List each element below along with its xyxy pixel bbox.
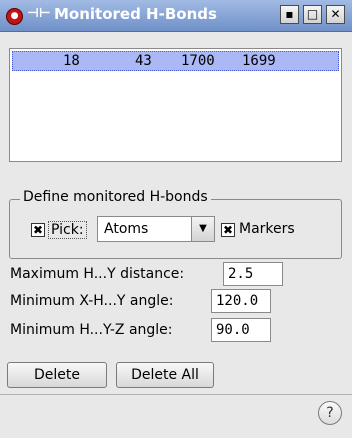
list-item[interactable]: 18 43 1700 1699 <box>12 51 339 71</box>
list-cell: 43 <box>135 53 152 69</box>
pin-icon[interactable]: ⊣⊢ <box>27 6 51 21</box>
divider <box>0 394 352 395</box>
minimize-button[interactable]: ▪ <box>280 5 299 24</box>
group-title: Define monitored H-bonds <box>20 189 211 205</box>
hbond-list[interactable]: 18 43 1700 1699 <box>9 48 342 162</box>
check-icon: ✖ <box>32 223 44 237</box>
maximize-button[interactable]: □ <box>303 5 322 24</box>
close-button[interactable]: ✕ <box>326 5 345 24</box>
window-title: Monitored H-Bonds <box>54 5 217 23</box>
pick-checkbox[interactable]: ✖ <box>31 223 45 237</box>
list-cell: 1699 <box>242 53 276 69</box>
check-icon: ✖ <box>222 223 234 237</box>
help-button[interactable]: ? <box>318 401 342 425</box>
delete-all-button[interactable]: Delete All <box>116 362 214 388</box>
max-distance-label: Maximum H...Y distance: <box>10 266 185 282</box>
markers-label[interactable]: Markers <box>239 221 295 237</box>
title-bar[interactable]: ● ⊣⊢ Monitored H-Bonds ▪ □ ✕ <box>0 0 352 32</box>
min-hyz-angle-field[interactable]: 90.0 <box>211 318 271 342</box>
min-xhy-angle-field[interactable]: 120.0 <box>211 289 271 313</box>
chevron-down-icon[interactable]: ▼ <box>191 217 214 241</box>
delete-button[interactable]: Delete <box>7 362 107 388</box>
window-menu-icon[interactable]: ● <box>6 8 23 25</box>
pick-label[interactable]: Pick: <box>48 221 87 239</box>
min-hyz-angle-label: Minimum H...Y-Z angle: <box>10 322 173 338</box>
max-distance-field[interactable]: 2.5 <box>223 262 283 286</box>
list-cell: 1700 <box>181 53 215 69</box>
min-xhy-angle-label: Minimum X-H...Y angle: <box>10 293 174 309</box>
pick-mode-select[interactable]: Atoms ▼ <box>97 216 215 242</box>
pick-mode-value: Atoms <box>104 221 149 237</box>
list-cell: 18 <box>63 53 80 69</box>
markers-checkbox[interactable]: ✖ <box>221 223 235 237</box>
